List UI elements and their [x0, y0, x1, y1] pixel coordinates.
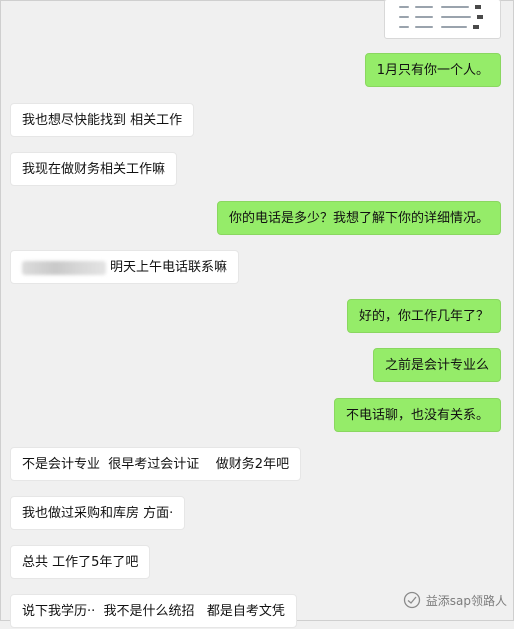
redacted-text-blur	[22, 260, 106, 275]
wechat-public-account-icon	[403, 591, 420, 609]
message-text: 我也想尽快能找到 相关工作	[22, 113, 183, 128]
chat-message-in[interactable]: 明天上午电话联系嘛	[10, 250, 240, 284]
watermark-text: 益添sap领路人	[425, 593, 507, 608]
message-text: 你的电话是多少？我想了解下你的详细情况。	[228, 211, 489, 226]
chat-message-in[interactable]: 不是会计专业 很早考过会计证 做财务2年吧	[10, 447, 302, 481]
chat-message-in[interactable]: 说下我学历·· 我不是什么统招 都是自考文凭	[10, 594, 297, 628]
message-text: 我也做过采购和库房 方面·	[22, 506, 174, 521]
message-text: 不是会计专业 很早考过会计证 做财务2年吧	[22, 457, 290, 472]
message-text: 我现在做财务相关工作嘛	[22, 162, 166, 177]
chat-message-out[interactable]: 1月只有你一个人。	[364, 53, 501, 87]
chat-message-in[interactable]: 我现在做财务相关工作嘛	[10, 152, 178, 186]
message-text: 1月只有你一个人。	[376, 63, 489, 78]
chat-message-in[interactable]: 我也做过采购和库房 方面·	[10, 496, 186, 530]
message-text: 明天上午电话联系嘛	[110, 260, 228, 275]
message-text: 好的，你工作几年了？	[358, 309, 489, 324]
message-text: 不电话聊，也没有关系。	[345, 408, 489, 423]
chat-message-out[interactable]: 之前是会计专业么	[372, 348, 501, 382]
chat-message-out[interactable]: 好的，你工作几年了？	[346, 299, 501, 333]
message-text: 说下我学历·· 我不是什么统招 都是自考文凭	[22, 604, 285, 619]
watermark: 益添sap领路人	[403, 589, 507, 611]
chat-message-out[interactable]: 不电话聊，也没有关系。	[333, 398, 501, 432]
message-text: 总共 工作了5年了吧	[22, 555, 139, 570]
chat-window: 1月只有你一个人。 我也想尽快能找到 相关工作 我现在做财务相关工作嘛 你的电话…	[1, 0, 513, 628]
image-message-thumbnail[interactable]	[384, 0, 501, 39]
chat-message-out[interactable]: 你的电话是多少？我想了解下你的详细情况。	[216, 201, 501, 235]
chat-message-in[interactable]: 总共 工作了5年了吧	[10, 545, 151, 579]
chat-message-in[interactable]: 我也想尽快能找到 相关工作	[10, 103, 195, 137]
message-text: 之前是会计专业么	[384, 358, 489, 373]
